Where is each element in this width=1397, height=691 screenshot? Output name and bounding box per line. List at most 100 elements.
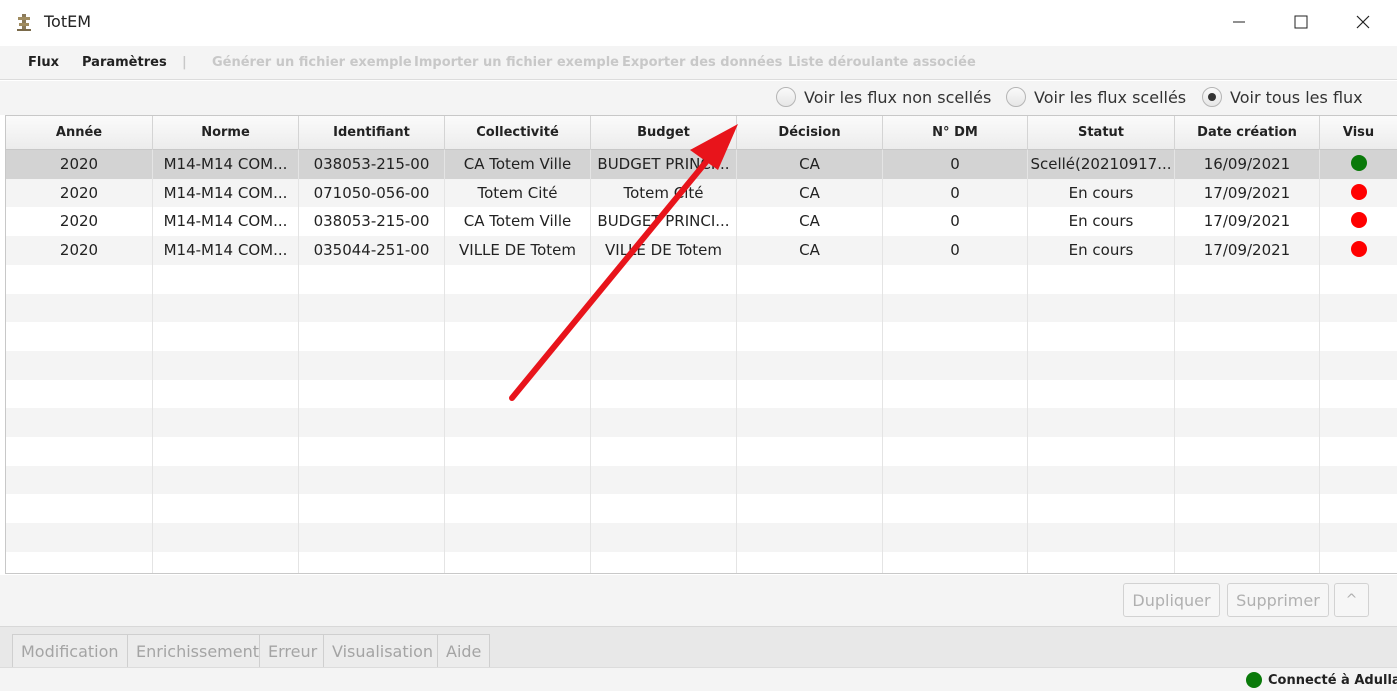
cell-budget <box>591 494 737 524</box>
menu-flux[interactable]: Flux <box>28 55 59 70</box>
tab-aide[interactable]: Aide <box>437 634 491 667</box>
radio-non-scelles[interactable]: Voir les flux non scellés <box>776 87 991 107</box>
delete-button[interactable]: Supprimer <box>1227 583 1329 617</box>
cell-decision <box>737 437 883 466</box>
cell-norme: M14-M14 COM... <box>153 207 299 237</box>
cell-identifiant <box>299 322 445 352</box>
cell-collectivite <box>445 264 591 294</box>
column-header-statut[interactable]: Statut <box>1028 116 1175 150</box>
column-header-budget[interactable]: Budget <box>591 116 737 150</box>
empty-row <box>6 322 1397 352</box>
cell-collectivite: CA Totem Ville <box>445 207 591 237</box>
cell-dm: 0 <box>883 207 1028 237</box>
empty-row <box>6 551 1397 573</box>
tab-visualisation[interactable]: Visualisation <box>323 634 442 667</box>
cell-budget <box>591 264 737 294</box>
tab-modification[interactable]: Modification <box>12 634 128 667</box>
cell-decision <box>737 494 883 524</box>
radio-scelles[interactable]: Voir les flux scellés <box>1006 87 1186 107</box>
connection-status: Connecté à Adullact <box>1246 672 1397 688</box>
cell-visu <box>1320 437 1397 466</box>
duplicate-button[interactable]: Dupliquer <box>1123 583 1220 617</box>
cell-annee <box>6 379 153 409</box>
collapse-button[interactable]: ^ <box>1334 583 1369 617</box>
cell-identifiant <box>299 408 445 438</box>
cell-budget <box>591 350 737 380</box>
table-row[interactable]: 2020 M14-M14 COM... 071050-056-00 Totem Cit… <box>6 178 1397 208</box>
menu-generer-fichier-exemple[interactable]: Générer un fichier exemple <box>212 55 412 70</box>
column-header-dm[interactable]: N° DM <box>883 116 1028 150</box>
cell-identifiant <box>299 293 445 323</box>
cell-budget: BUDGET PRINCI... <box>591 150 737 179</box>
cell-date <box>1175 322 1320 352</box>
cell-visu <box>1320 294 1397 323</box>
table-row[interactable]: 2020 M14-M14 COM... 038053-215-00 CA Totem … <box>6 207 1397 237</box>
cell-budget: BUDGET PRINCI... <box>591 207 737 237</box>
column-header-decision[interactable]: Décision <box>737 116 883 150</box>
cell-collectivite <box>445 408 591 438</box>
column-header-identifiant[interactable]: Identifiant <box>299 116 445 150</box>
cell-budget <box>591 523 737 553</box>
cell-statut: En cours <box>1028 178 1175 208</box>
cell-norme: M14-M14 COM... <box>153 150 299 179</box>
totem-logo-icon <box>17 14 31 31</box>
radio-tous[interactable]: Voir tous les flux <box>1202 87 1363 107</box>
cell-collectivite: VILLE DE Totem <box>445 236 591 266</box>
cell-statut <box>1028 408 1175 438</box>
cell-date <box>1175 523 1320 553</box>
status-bar: Connecté à Adullact <box>0 667 1397 691</box>
menu-exporter-donnees[interactable]: Exporter des données <box>622 55 782 70</box>
table-row[interactable]: 2020 M14-M14 COM... 035044-251-00 VILLE DE … <box>6 236 1397 266</box>
cell-date: 17/09/2021 <box>1175 236 1320 266</box>
cell-date: 16/09/2021 <box>1175 150 1320 179</box>
cell-norme <box>153 408 299 438</box>
cell-collectivite: Totem Cité <box>445 178 591 208</box>
table-row[interactable]: 2020 M14-M14 COM... 038053-215-00 CA Totem … <box>6 150 1397 179</box>
cell-date: 17/09/2021 <box>1175 178 1320 208</box>
cell-identifiant <box>299 551 445 573</box>
cell-norme <box>153 465 299 495</box>
cell-norme <box>153 350 299 380</box>
close-icon <box>1356 15 1370 29</box>
cell-decision <box>737 379 883 409</box>
cell-dm: 0 <box>883 236 1028 266</box>
cell-annee <box>6 523 153 553</box>
minimize-button[interactable] <box>1216 0 1262 44</box>
cell-dm <box>883 408 1028 438</box>
cell-identifiant <box>299 523 445 553</box>
menu-importer-fichier-exemple[interactable]: Importer un fichier exemple <box>414 55 619 70</box>
cell-annee <box>6 551 153 573</box>
cell-decision <box>737 408 883 438</box>
cell-identifiant <box>299 264 445 294</box>
empty-row <box>6 408 1397 438</box>
column-header-collectivite[interactable]: Collectivité <box>445 116 591 150</box>
cell-statut: En cours <box>1028 236 1175 266</box>
close-button[interactable] <box>1340 0 1386 44</box>
cell-collectivite <box>445 350 591 380</box>
menu-parametres[interactable]: Paramètres <box>82 55 167 70</box>
cell-visu <box>1320 207 1397 236</box>
column-header-annee[interactable]: Année <box>6 116 153 150</box>
cell-visu <box>1320 494 1397 523</box>
cell-annee <box>6 465 153 495</box>
tab-erreur[interactable]: Erreur <box>259 634 327 667</box>
cell-collectivite: CA Totem Ville <box>445 150 591 179</box>
maximize-button[interactable] <box>1278 0 1324 44</box>
cell-norme <box>153 264 299 294</box>
cell-statut <box>1028 322 1175 352</box>
menu-liste-deroulante[interactable]: Liste déroulante associée <box>788 55 976 70</box>
cell-statut <box>1028 494 1175 524</box>
column-header-norme[interactable]: Norme <box>153 116 299 150</box>
cell-decision <box>737 322 883 352</box>
cell-collectivite <box>445 465 591 495</box>
column-header-visu[interactable]: Visu <box>1320 116 1397 150</box>
tab-enrichissement[interactable]: Enrichissement <box>127 634 269 667</box>
cell-dm <box>883 551 1028 573</box>
cell-dm <box>883 322 1028 352</box>
cell-norme <box>153 551 299 573</box>
cell-date <box>1175 437 1320 466</box>
flux-table: Année Norme Identifiant Collectivité Budget D… <box>5 115 1397 574</box>
cell-budget <box>591 322 737 352</box>
cell-date: 17/09/2021 <box>1175 207 1320 237</box>
column-header-date[interactable]: Date création <box>1175 116 1320 150</box>
